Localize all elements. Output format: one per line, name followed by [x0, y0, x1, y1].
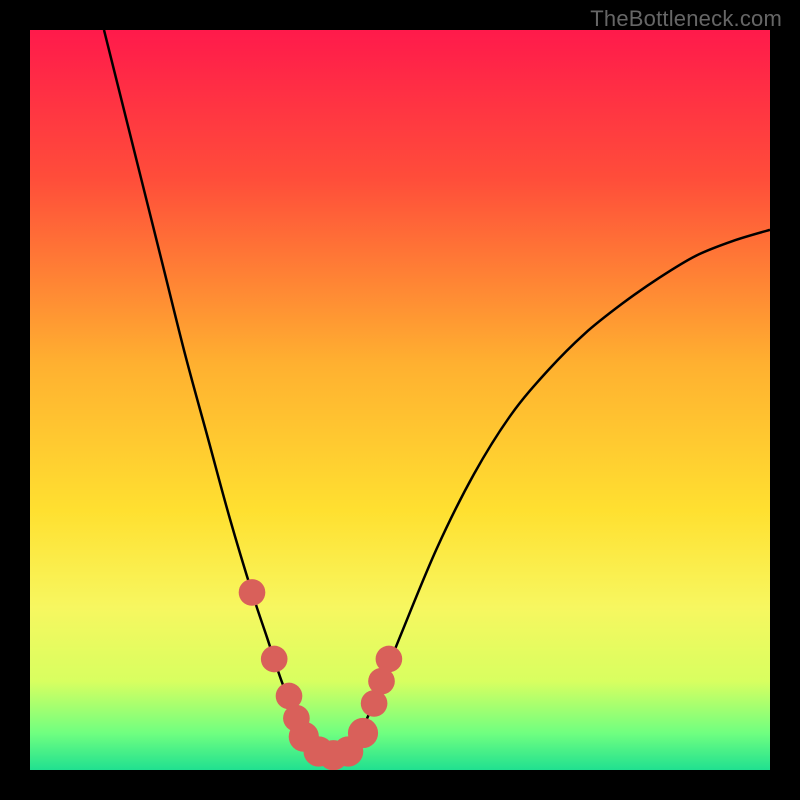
curve-marker [239, 579, 266, 606]
bottleneck-curve [104, 30, 770, 757]
watermark-text: TheBottleneck.com [590, 6, 782, 32]
marker-group [239, 579, 403, 770]
curve-marker [376, 646, 403, 673]
curve-marker [261, 646, 288, 673]
curve-marker [348, 718, 378, 748]
curve-layer [30, 30, 770, 770]
chart-root: TheBottleneck.com [0, 0, 800, 800]
plot-area [30, 30, 770, 770]
